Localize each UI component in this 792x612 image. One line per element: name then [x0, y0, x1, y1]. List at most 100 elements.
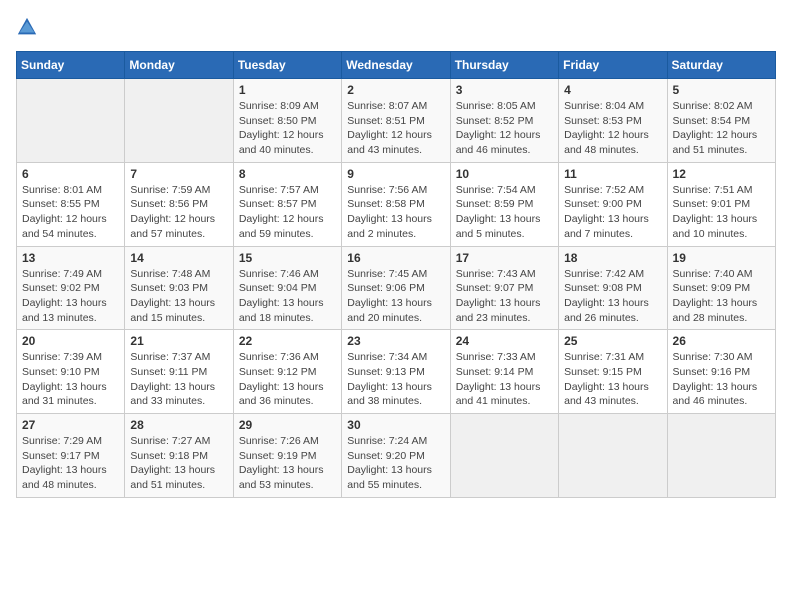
weekday-header: Sunday — [17, 52, 125, 79]
weekday-header: Thursday — [450, 52, 558, 79]
calendar-header-row: SundayMondayTuesdayWednesdayThursdayFrid… — [17, 52, 776, 79]
day-info: Sunrise: 7:48 AMSunset: 9:03 PMDaylight:… — [130, 267, 227, 326]
day-number: 14 — [130, 251, 227, 265]
day-info: Sunrise: 7:26 AMSunset: 9:19 PMDaylight:… — [239, 434, 336, 493]
day-info: Sunrise: 7:39 AMSunset: 9:10 PMDaylight:… — [22, 350, 119, 409]
calendar-cell: 10 Sunrise: 7:54 AMSunset: 8:59 PMDayligh… — [450, 162, 558, 246]
day-info: Sunrise: 7:52 AMSunset: 9:00 PMDaylight:… — [564, 183, 661, 242]
calendar-cell — [125, 79, 233, 163]
day-info: Sunrise: 7:42 AMSunset: 9:08 PMDaylight:… — [564, 267, 661, 326]
calendar-cell: 12 Sunrise: 7:51 AMSunset: 9:01 PMDayligh… — [667, 162, 775, 246]
calendar-cell: 28 Sunrise: 7:27 AMSunset: 9:18 PMDayligh… — [125, 414, 233, 498]
day-number: 6 — [22, 167, 119, 181]
day-info: Sunrise: 8:02 AMSunset: 8:54 PMDaylight:… — [673, 99, 770, 158]
calendar-cell: 29 Sunrise: 7:26 AMSunset: 9:19 PMDayligh… — [233, 414, 341, 498]
day-number: 18 — [564, 251, 661, 265]
calendar-cell: 7 Sunrise: 7:59 AMSunset: 8:56 PMDaylight… — [125, 162, 233, 246]
calendar-week-row: 27 Sunrise: 7:29 AMSunset: 9:17 PMDayligh… — [17, 414, 776, 498]
weekday-header: Monday — [125, 52, 233, 79]
day-number: 20 — [22, 334, 119, 348]
day-number: 11 — [564, 167, 661, 181]
calendar-cell — [667, 414, 775, 498]
calendar-cell: 14 Sunrise: 7:48 AMSunset: 9:03 PMDayligh… — [125, 246, 233, 330]
day-info: Sunrise: 7:40 AMSunset: 9:09 PMDaylight:… — [673, 267, 770, 326]
calendar-cell: 15 Sunrise: 7:46 AMSunset: 9:04 PMDayligh… — [233, 246, 341, 330]
calendar-cell — [17, 79, 125, 163]
weekday-header: Saturday — [667, 52, 775, 79]
day-number: 4 — [564, 83, 661, 97]
day-number: 26 — [673, 334, 770, 348]
day-info: Sunrise: 7:37 AMSunset: 9:11 PMDaylight:… — [130, 350, 227, 409]
day-number: 2 — [347, 83, 444, 97]
calendar-cell: 11 Sunrise: 7:52 AMSunset: 9:00 PMDayligh… — [559, 162, 667, 246]
day-info: Sunrise: 7:34 AMSunset: 9:13 PMDaylight:… — [347, 350, 444, 409]
day-number: 15 — [239, 251, 336, 265]
day-number: 12 — [673, 167, 770, 181]
calendar-cell: 6 Sunrise: 8:01 AMSunset: 8:55 PMDaylight… — [17, 162, 125, 246]
weekday-header: Friday — [559, 52, 667, 79]
calendar-cell: 27 Sunrise: 7:29 AMSunset: 9:17 PMDayligh… — [17, 414, 125, 498]
day-number: 16 — [347, 251, 444, 265]
day-info: Sunrise: 7:30 AMSunset: 9:16 PMDaylight:… — [673, 350, 770, 409]
day-number: 8 — [239, 167, 336, 181]
day-info: Sunrise: 7:31 AMSunset: 9:15 PMDaylight:… — [564, 350, 661, 409]
weekday-header: Tuesday — [233, 52, 341, 79]
day-info: Sunrise: 7:56 AMSunset: 8:58 PMDaylight:… — [347, 183, 444, 242]
day-info: Sunrise: 7:43 AMSunset: 9:07 PMDaylight:… — [456, 267, 553, 326]
day-info: Sunrise: 8:09 AMSunset: 8:50 PMDaylight:… — [239, 99, 336, 158]
day-info: Sunrise: 8:04 AMSunset: 8:53 PMDaylight:… — [564, 99, 661, 158]
day-info: Sunrise: 8:07 AMSunset: 8:51 PMDaylight:… — [347, 99, 444, 158]
calendar-cell: 25 Sunrise: 7:31 AMSunset: 9:15 PMDayligh… — [559, 330, 667, 414]
calendar-cell: 21 Sunrise: 7:37 AMSunset: 9:11 PMDayligh… — [125, 330, 233, 414]
calendar-week-row: 20 Sunrise: 7:39 AMSunset: 9:10 PMDayligh… — [17, 330, 776, 414]
calendar-cell: 3 Sunrise: 8:05 AMSunset: 8:52 PMDaylight… — [450, 79, 558, 163]
calendar-week-row: 6 Sunrise: 8:01 AMSunset: 8:55 PMDaylight… — [17, 162, 776, 246]
day-info: Sunrise: 8:01 AMSunset: 8:55 PMDaylight:… — [22, 183, 119, 242]
logo — [16, 16, 42, 43]
day-info: Sunrise: 7:46 AMSunset: 9:04 PMDaylight:… — [239, 267, 336, 326]
calendar-cell: 20 Sunrise: 7:39 AMSunset: 9:10 PMDayligh… — [17, 330, 125, 414]
calendar-cell: 1 Sunrise: 8:09 AMSunset: 8:50 PMDaylight… — [233, 79, 341, 163]
calendar-table: SundayMondayTuesdayWednesdayThursdayFrid… — [16, 51, 776, 498]
calendar-cell: 30Sunrise: 7:24 AMSunset: 9:20 PMDayligh… — [342, 414, 450, 498]
day-number: 23 — [347, 334, 444, 348]
day-info: Sunrise: 7:49 AMSunset: 9:02 PMDaylight:… — [22, 267, 119, 326]
day-info: Sunrise: 7:33 AMSunset: 9:14 PMDaylight:… — [456, 350, 553, 409]
calendar-cell: 16 Sunrise: 7:45 AMSunset: 9:06 PMDayligh… — [342, 246, 450, 330]
day-number: 1 — [239, 83, 336, 97]
calendar-cell: 19Sunrise: 7:40 AMSunset: 9:09 PMDayligh… — [667, 246, 775, 330]
logo-icon — [16, 16, 38, 43]
day-info: Sunrise: 7:24 AMSunset: 9:20 PMDaylight:… — [347, 434, 444, 493]
day-number: 27 — [22, 418, 119, 432]
day-number: 28 — [130, 418, 227, 432]
day-info: Sunrise: 7:29 AMSunset: 9:17 PMDaylight:… — [22, 434, 119, 493]
calendar-cell: 22Sunrise: 7:36 AMSunset: 9:12 PMDayligh… — [233, 330, 341, 414]
calendar-cell: 9 Sunrise: 7:56 AMSunset: 8:58 PMDaylight… — [342, 162, 450, 246]
day-info: Sunrise: 7:36 AMSunset: 9:12 PMDaylight:… — [239, 350, 336, 409]
day-number: 29 — [239, 418, 336, 432]
day-number: 10 — [456, 167, 553, 181]
day-number: 24 — [456, 334, 553, 348]
day-info: Sunrise: 7:59 AMSunset: 8:56 PMDaylight:… — [130, 183, 227, 242]
day-info: Sunrise: 8:05 AMSunset: 8:52 PMDaylight:… — [456, 99, 553, 158]
calendar-cell: 26 Sunrise: 7:30 AMSunset: 9:16 PMDayligh… — [667, 330, 775, 414]
calendar-cell: 13Sunrise: 7:49 AMSunset: 9:02 PMDayligh… — [17, 246, 125, 330]
day-info: Sunrise: 7:51 AMSunset: 9:01 PMDaylight:… — [673, 183, 770, 242]
day-info: Sunrise: 7:57 AMSunset: 8:57 PMDaylight:… — [239, 183, 336, 242]
calendar-cell: 18 Sunrise: 7:42 AMSunset: 9:08 PMDayligh… — [559, 246, 667, 330]
calendar-week-row: 1 Sunrise: 8:09 AMSunset: 8:50 PMDaylight… — [17, 79, 776, 163]
page-header — [16, 16, 776, 43]
day-number: 25 — [564, 334, 661, 348]
day-number: 3 — [456, 83, 553, 97]
calendar-cell: 17Sunrise: 7:43 AMSunset: 9:07 PMDayligh… — [450, 246, 558, 330]
calendar-cell: 5 Sunrise: 8:02 AMSunset: 8:54 PMDaylight… — [667, 79, 775, 163]
day-number: 7 — [130, 167, 227, 181]
calendar-cell: 24 Sunrise: 7:33 AMSunset: 9:14 PMDayligh… — [450, 330, 558, 414]
day-info: Sunrise: 7:45 AMSunset: 9:06 PMDaylight:… — [347, 267, 444, 326]
day-number: 9 — [347, 167, 444, 181]
day-number: 5 — [673, 83, 770, 97]
day-info: Sunrise: 7:54 AMSunset: 8:59 PMDaylight:… — [456, 183, 553, 242]
day-number: 21 — [130, 334, 227, 348]
day-info: Sunrise: 7:27 AMSunset: 9:18 PMDaylight:… — [130, 434, 227, 493]
calendar-cell — [559, 414, 667, 498]
